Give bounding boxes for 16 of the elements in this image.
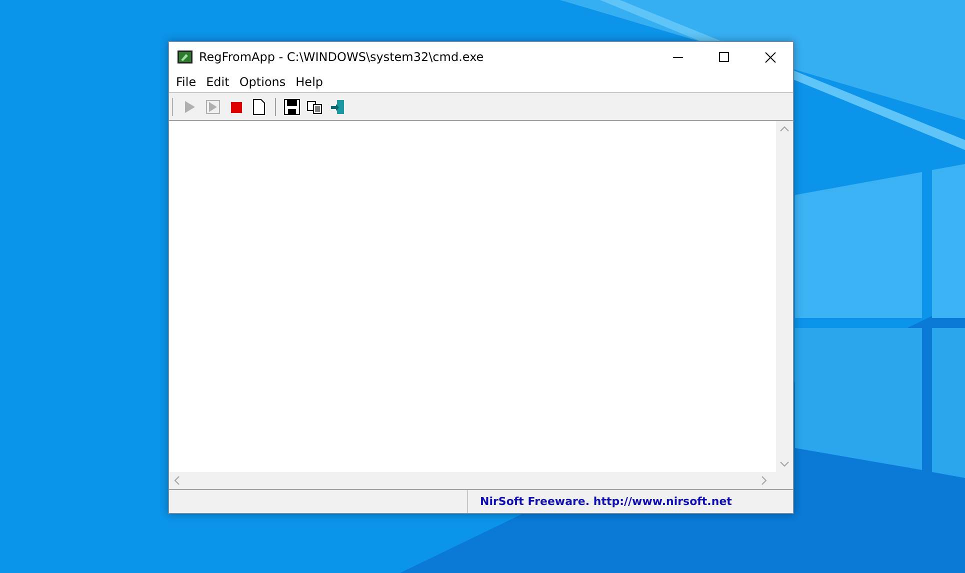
horizontal-scrollbar[interactable] <box>169 472 793 489</box>
scroll-down-icon[interactable] <box>780 461 789 467</box>
menu-item[interactable]: Help <box>290 72 328 92</box>
scroll-left-icon[interactable] <box>174 476 180 485</box>
window-title: RegFromApp - C:\WINDOWS\system32\cmd.exe <box>199 50 484 64</box>
maximize-icon <box>718 52 730 62</box>
save-icon[interactable] <box>282 96 302 116</box>
close-icon <box>764 52 776 62</box>
scroll-up-icon[interactable] <box>780 126 789 132</box>
app-icon <box>177 49 193 65</box>
scroll-right-icon[interactable] <box>761 476 767 485</box>
menu-item[interactable]: Options <box>234 72 291 92</box>
menu-item[interactable]: File <box>171 72 202 92</box>
menu-item[interactable]: Edit <box>201 72 234 92</box>
vertical-scrollbar[interactable] <box>776 121 793 472</box>
status-text: NirSoft Freeware. http://www.nirsoft.net <box>479 494 733 510</box>
